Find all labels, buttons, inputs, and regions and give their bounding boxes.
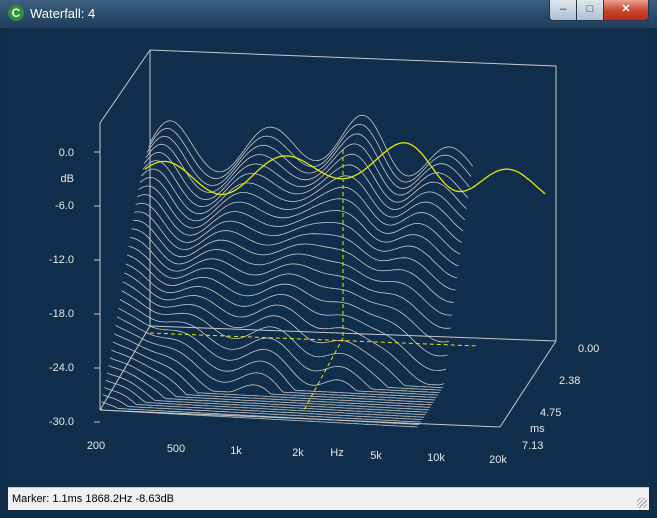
waterfall-traces	[99, 114, 473, 428]
marker-guide-line	[149, 332, 479, 347]
waterfall-trace	[132, 219, 454, 303]
db-tick-label: -12.0	[49, 254, 74, 266]
waterfall-trace	[119, 299, 440, 393]
time-tick-label: 0.00	[578, 343, 599, 355]
db-tick-label: -24.0	[49, 362, 74, 374]
waterfall-trace	[128, 245, 450, 343]
freq-tick-label: 500	[167, 443, 185, 455]
status-bar: Marker: 1.1ms 1868.2Hz -8.63dB	[8, 487, 649, 510]
minimize-button[interactable]: ‒	[549, 0, 577, 21]
waterfall-trace	[118, 307, 439, 396]
marker-readout: Marker: 1.1ms 1868.2Hz -8.63dB	[12, 493, 175, 505]
db-tick-label: -6.0	[55, 200, 74, 212]
waterfall-trace	[125, 263, 447, 371]
time-tick-label: 4.75	[540, 407, 561, 419]
freq-tick-label: 5k	[370, 450, 382, 462]
waterfall-trace	[124, 272, 445, 386]
freq-tick-label: 1k	[230, 445, 242, 457]
close-button[interactable]: ✕	[603, 0, 649, 21]
waterfall-window: C Waterfall: 4 ‒ □ ✕ 0.0 dB -6.0 -12.0 -…	[0, 0, 657, 518]
waterfall-svg: 0.0 dB -6.0 -12.0 -18.0 -24.0 -30.0 200 …	[49, 49, 599, 466]
db-tick-label: -30.0	[49, 416, 74, 428]
maximize-button[interactable]: □	[576, 0, 604, 21]
waterfall-trace	[143, 151, 467, 209]
resize-grip[interactable]	[637, 498, 647, 508]
freq-tick-label: 2k	[292, 447, 304, 459]
waterfall-trace	[115, 325, 436, 401]
db-tick-marks	[94, 151, 100, 423]
freq-tick-label: 20k	[489, 454, 507, 466]
app-icon: C	[8, 5, 24, 21]
waterfall-trace	[126, 254, 448, 357]
freq-axis-label: Hz	[330, 447, 343, 459]
time-tick-label: 2.38	[559, 375, 580, 387]
db-tick-label: 0.0	[59, 147, 74, 159]
waterfall-trace	[129, 237, 451, 329]
waterfall-plot[interactable]: 0.0 dB -6.0 -12.0 -18.0 -24.0 -30.0 200 …	[8, 28, 649, 486]
waterfall-trace	[148, 124, 472, 183]
db-axis-label: dB	[61, 173, 74, 185]
time-tick-label: 7.13	[522, 440, 543, 452]
waterfall-trace	[131, 228, 453, 316]
title-bar[interactable]: C Waterfall: 4 ‒ □ ✕	[0, 0, 657, 28]
freq-tick-label: 10k	[427, 452, 445, 464]
marker-trace	[144, 142, 546, 196]
window-title: Waterfall: 4	[30, 6, 96, 21]
db-tick-label: -18.0	[49, 308, 74, 320]
time-axis-label: ms	[530, 423, 545, 435]
freq-tick-label: 200	[87, 440, 105, 452]
plot-frame	[99, 49, 557, 428]
